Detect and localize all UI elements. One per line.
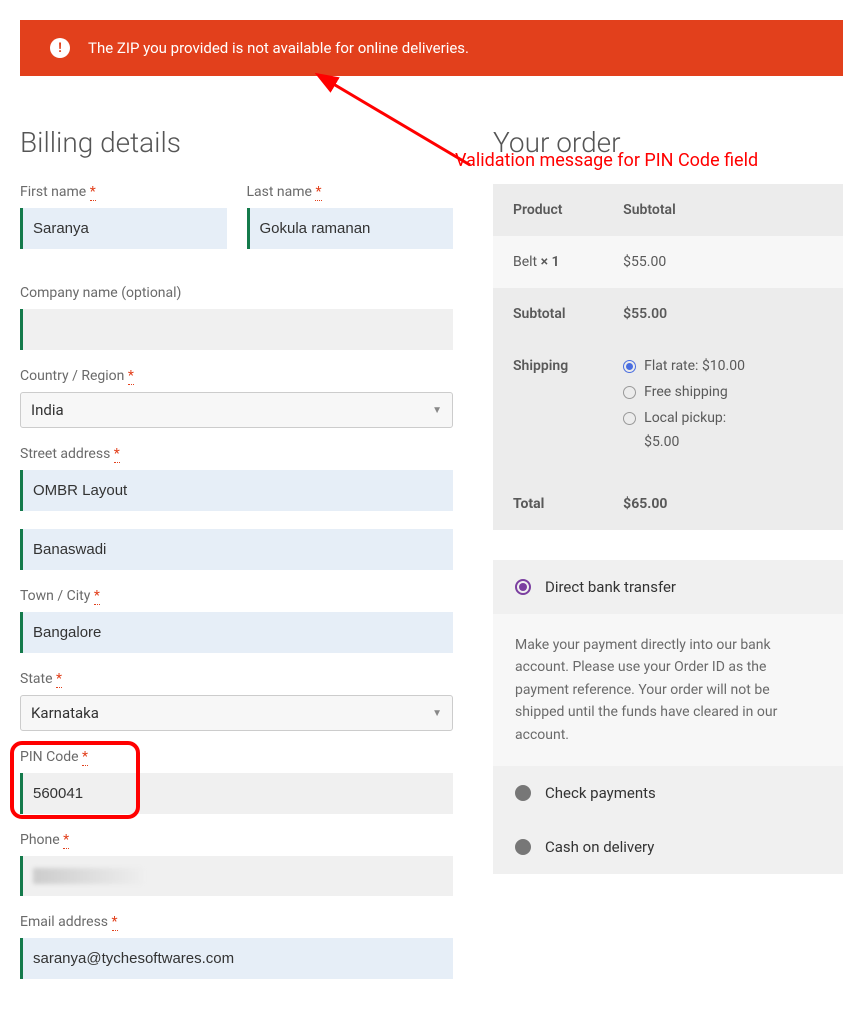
error-message: The ZIP you provided is not available fo… — [88, 39, 469, 57]
country-select[interactable]: India ▼ — [20, 392, 453, 428]
company-input[interactable] — [20, 309, 453, 350]
radio-empty-icon — [623, 386, 636, 399]
pin-label: PIN Code * — [20, 749, 453, 765]
order-summary: Product Subtotal Belt × 1 $55.00 — [493, 184, 843, 530]
address1-input[interactable] — [20, 470, 453, 511]
last-name-input[interactable] — [247, 208, 454, 249]
redacted-phone — [33, 868, 143, 884]
payment-option-check[interactable]: Check payments — [493, 766, 843, 820]
shipping-option-free[interactable]: Free shipping — [623, 384, 823, 400]
state-select[interactable]: Karnataka ▼ — [20, 695, 453, 731]
phone-label: Phone * — [20, 832, 453, 848]
order-total-row: Total $65.00 — [493, 478, 843, 530]
payment-methods: Direct bank transfer Make your payment d… — [493, 560, 843, 874]
payment-option-bank[interactable]: Direct bank transfer — [493, 560, 843, 614]
payment-bank-description: Make your payment directly into our bank… — [493, 614, 843, 766]
last-name-label: Last name * — [247, 184, 454, 200]
first-name-label: First name * — [20, 184, 227, 200]
street-label: Street address * — [20, 446, 453, 462]
email-input[interactable] — [20, 938, 453, 979]
col-product: Product — [493, 184, 603, 236]
radio-empty-icon — [515, 785, 531, 801]
first-name-input[interactable] — [20, 208, 227, 249]
shipping-option-pickup[interactable]: Local pickup: $5.00 — [623, 410, 823, 450]
radio-empty-icon — [515, 839, 531, 855]
billing-heading: Billing details — [20, 126, 453, 159]
address2-input[interactable] — [20, 529, 453, 570]
order-shipping-row: Shipping Flat rate: $10.00 Free shipping — [493, 340, 843, 478]
order-subtotal-row: Subtotal $55.00 — [493, 288, 843, 340]
alert-icon: ! — [50, 38, 70, 58]
radio-selected-icon — [623, 360, 636, 373]
order-heading: Your order — [493, 126, 843, 159]
city-input[interactable] — [20, 612, 453, 653]
city-label: Town / City * — [20, 588, 453, 604]
radio-selected-icon — [515, 579, 531, 595]
chevron-down-icon: ▼ — [432, 405, 442, 416]
shipping-option-flat[interactable]: Flat rate: $10.00 — [623, 358, 823, 374]
phone-input[interactable] — [20, 856, 453, 896]
email-label: Email address * — [20, 914, 453, 930]
pin-input[interactable] — [20, 773, 453, 814]
order-line-item: Belt × 1 $55.00 — [493, 236, 843, 288]
error-banner: ! The ZIP you provided is not available … — [20, 20, 843, 76]
country-label: Country / Region * — [20, 368, 453, 384]
radio-empty-icon — [623, 412, 636, 425]
state-label: State * — [20, 671, 453, 687]
payment-option-cod[interactable]: Cash on delivery — [493, 820, 843, 874]
company-label: Company name (optional) — [20, 285, 453, 301]
col-subtotal: Subtotal — [603, 184, 843, 236]
chevron-down-icon: ▼ — [432, 708, 442, 719]
